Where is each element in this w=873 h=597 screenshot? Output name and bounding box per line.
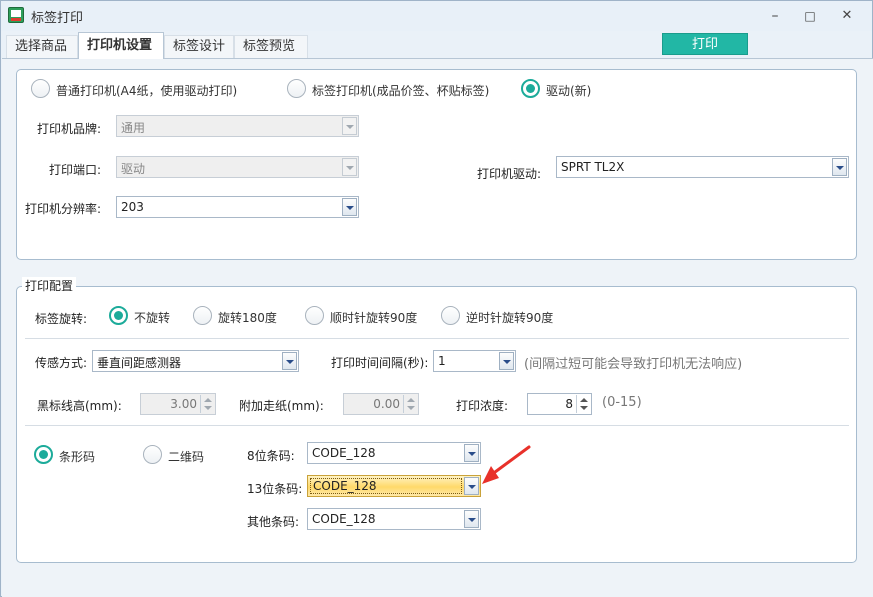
printer-brand-label: 打印机品牌:	[37, 122, 102, 136]
black-mark-label: 黑标线高(mm):	[37, 399, 122, 413]
radio-label: 顺时针旋转90度	[330, 311, 418, 325]
radio-label: 普通打印机(A4纸，使用驱动打印)	[56, 84, 238, 98]
printer-resolution-select[interactable]: 203	[116, 196, 359, 218]
radio-circle	[193, 306, 212, 325]
radio-circle	[34, 445, 53, 464]
barcode-other-label: 其他条码:	[247, 515, 300, 529]
interval-label: 打印时间间隔(秒):	[331, 356, 429, 370]
spinner-value: 8	[565, 397, 573, 411]
chevron-down-icon	[832, 158, 847, 176]
chevron-down-icon	[464, 477, 479, 495]
black-mark-spinner[interactable]: 3.00	[140, 393, 216, 415]
radio-label: 不旋转	[134, 311, 171, 325]
radio-circle	[521, 79, 540, 98]
section-divider	[25, 425, 849, 426]
radio-circle	[31, 79, 50, 98]
chevron-down-icon	[342, 158, 357, 176]
select-value: 203	[121, 200, 144, 214]
barcode8-select[interactable]: CODE_128	[307, 442, 481, 464]
radio-label: 条形码	[59, 450, 96, 464]
barcode13-label: 13位条码:	[247, 482, 303, 496]
barcode13-select[interactable]: CODE_128	[307, 475, 481, 497]
title-bar: 标签打印 – □ ✕	[1, 1, 872, 31]
radio-label: 二维码	[168, 450, 205, 464]
chevron-down-icon	[282, 352, 297, 370]
barcode-other-select[interactable]: CODE_128	[307, 508, 481, 530]
radio-circle	[143, 445, 162, 464]
spin-arrows-icon[interactable]	[576, 395, 590, 413]
print-button[interactable]: 打印	[662, 33, 748, 55]
chevron-down-icon	[464, 444, 479, 462]
sensor-select[interactable]: 垂直间距感测器	[92, 350, 299, 372]
radio-circle	[109, 306, 128, 325]
tab-select-product[interactable]: 选择商品	[6, 35, 78, 58]
density-hint: (0-15)	[602, 395, 642, 410]
chevron-down-icon	[342, 117, 357, 135]
sensor-label: 传感方式:	[35, 356, 88, 370]
printer-driver-label: 打印机驱动:	[477, 167, 542, 181]
rotation-label: 标签旋转:	[35, 312, 88, 326]
chevron-down-icon	[499, 352, 514, 370]
printer-port-select[interactable]: 驱动	[116, 156, 359, 178]
maximize-button[interactable]: □	[800, 7, 820, 25]
interval-select[interactable]: 1	[433, 350, 516, 372]
tab-label-preview[interactable]: 标签预览	[234, 35, 308, 58]
printer-port-label: 打印端口:	[49, 163, 102, 177]
select-value: CODE_128	[312, 512, 376, 526]
select-value: CODE_128	[312, 446, 376, 460]
printer-brand-select[interactable]: 通用	[116, 115, 359, 137]
select-value: 通用	[121, 121, 146, 135]
window-title: 标签打印	[31, 11, 84, 26]
radio-label: 逆时针旋转90度	[466, 311, 554, 325]
select-value: 1	[438, 354, 446, 368]
tab-printer-settings[interactable]: 打印机设置	[78, 32, 164, 59]
radio-label: 驱动(新)	[546, 84, 592, 98]
spinner-value: 3.00	[170, 397, 197, 411]
radio-label: 旋转180度	[218, 311, 277, 325]
spinner-value: 0.00	[373, 397, 400, 411]
app-window: 标签打印 – □ ✕ 选择商品 打印机设置 标签设计 标签预览 打印 普通打印机…	[0, 0, 873, 597]
feed-spinner[interactable]: 0.00	[343, 393, 419, 415]
density-spinner[interactable]: 8	[527, 393, 592, 415]
print-config-title: 打印配置	[22, 277, 77, 294]
select-value: 驱动	[121, 162, 146, 176]
spin-arrows-icon[interactable]	[200, 395, 214, 413]
density-label: 打印浓度:	[456, 399, 509, 413]
app-logo-icon	[8, 7, 24, 23]
interval-hint: (间隔过短可能会导致打印机无法响应)	[524, 357, 743, 372]
radio-circle	[287, 79, 306, 98]
printer-driver-select[interactable]: SPRT TL2X	[556, 156, 849, 178]
spin-arrows-icon[interactable]	[403, 395, 417, 413]
feed-label: 附加走纸(mm):	[239, 399, 324, 413]
barcode8-label: 8位条码:	[247, 449, 295, 463]
tab-label-design[interactable]: 标签设计	[164, 35, 234, 58]
minimize-button[interactable]: –	[765, 7, 785, 25]
radio-circle	[441, 306, 460, 325]
select-value: CODE_128	[310, 478, 462, 494]
section-divider	[25, 338, 849, 339]
radio-label: 标签打印机(成品价签、杯贴标签)	[312, 84, 490, 98]
close-button[interactable]: ✕	[837, 7, 857, 25]
select-value: 垂直间距感测器	[97, 356, 182, 370]
radio-circle	[305, 306, 324, 325]
select-value: SPRT TL2X	[561, 160, 625, 174]
chevron-down-icon	[464, 510, 479, 528]
printer-resolution-label: 打印机分辨率:	[25, 202, 102, 216]
chevron-down-icon	[342, 198, 357, 216]
